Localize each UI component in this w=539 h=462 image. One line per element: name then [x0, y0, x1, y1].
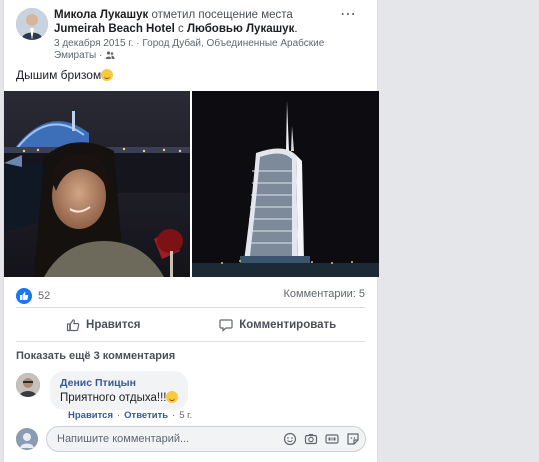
comment-button[interactable]: Комментировать [191, 312, 366, 338]
comment-reply-link[interactable]: Ответить [124, 410, 168, 421]
meta-separator-2: · [99, 50, 103, 61]
comment-like-link[interactable]: Нравится [68, 410, 113, 421]
more-options-button[interactable]: ⋯ [338, 6, 358, 28]
photo-burj-al-arab[interactable] [192, 91, 379, 277]
show-more-comments-link[interactable]: Показать ещё 3 комментария [16, 350, 175, 362]
post-message: Дышим бризом [16, 68, 102, 82]
sticker-icon[interactable] [346, 432, 360, 446]
author-name[interactable]: Микола Лукашук [54, 9, 148, 21]
comments-count[interactable]: Комментарии: 5 [283, 288, 365, 300]
post-card: Микола Лукашук отметил посещение места J… [3, 0, 379, 462]
composer-icons [283, 432, 360, 446]
author-avatar[interactable] [16, 8, 48, 40]
like-label: Нравится [86, 319, 141, 331]
with-text: с [178, 23, 184, 35]
post-date[interactable]: 3 декабря 2015 г. [54, 38, 134, 49]
more-horizontal-icon: ⋯ [340, 6, 356, 23]
current-user-avatar [16, 428, 38, 450]
meta-separator: · [136, 38, 140, 49]
comment-dot-2: · [172, 410, 176, 421]
post-actions: Нравится Комментировать [16, 312, 365, 338]
comment-text-line: Приятного отдыха!!! [60, 391, 179, 404]
comment-text: Приятного отдыха!!! [60, 392, 167, 404]
like-button[interactable]: Нравится [16, 312, 191, 338]
post-header-text: Микола Лукашук отметил посещение места J… [54, 8, 324, 36]
place-link[interactable]: Jumeirah Beach Hotel [54, 23, 175, 35]
camera-icon[interactable] [304, 432, 318, 446]
divider-2 [16, 341, 365, 342]
comment-dot: · [116, 410, 121, 421]
photo-woman-hotel[interactable] [4, 91, 190, 277]
likes-count: 52 [38, 290, 51, 302]
comment-actions: Нравится · Ответить · 5 г. [68, 410, 192, 421]
comment-time[interactable]: 5 г. [179, 410, 192, 421]
header-period: . [294, 23, 298, 35]
post-meta: 3 декабря 2015 г. · Город Дубай, Объедин… [54, 38, 344, 62]
divider [16, 307, 365, 308]
photo-grid [4, 91, 379, 277]
comment-author[interactable]: Денис Птицын [60, 377, 178, 389]
laugh-emoji-icon [166, 391, 179, 403]
comment-icon [219, 319, 233, 332]
commenter-avatar[interactable] [16, 373, 40, 397]
comment-bubble: Денис Птицын Приятного отдыха!!! [50, 371, 189, 410]
thumbs-up-icon [66, 319, 80, 332]
comment-composer [16, 426, 366, 452]
action-text: отметил посещение места [151, 9, 293, 21]
post-text: Дышим бризом [16, 68, 114, 82]
gif-icon[interactable] [325, 432, 339, 446]
emoji-icon[interactable] [283, 432, 297, 446]
reactions-summary[interactable]: 52 [16, 288, 50, 304]
like-reaction-icon [16, 288, 32, 304]
smile-emoji-icon [101, 69, 114, 81]
friends-audience-icon[interactable] [105, 51, 115, 59]
comment-label: Комментировать [239, 319, 337, 331]
tagged-user-link[interactable]: Любовью Лукашук [187, 23, 294, 35]
